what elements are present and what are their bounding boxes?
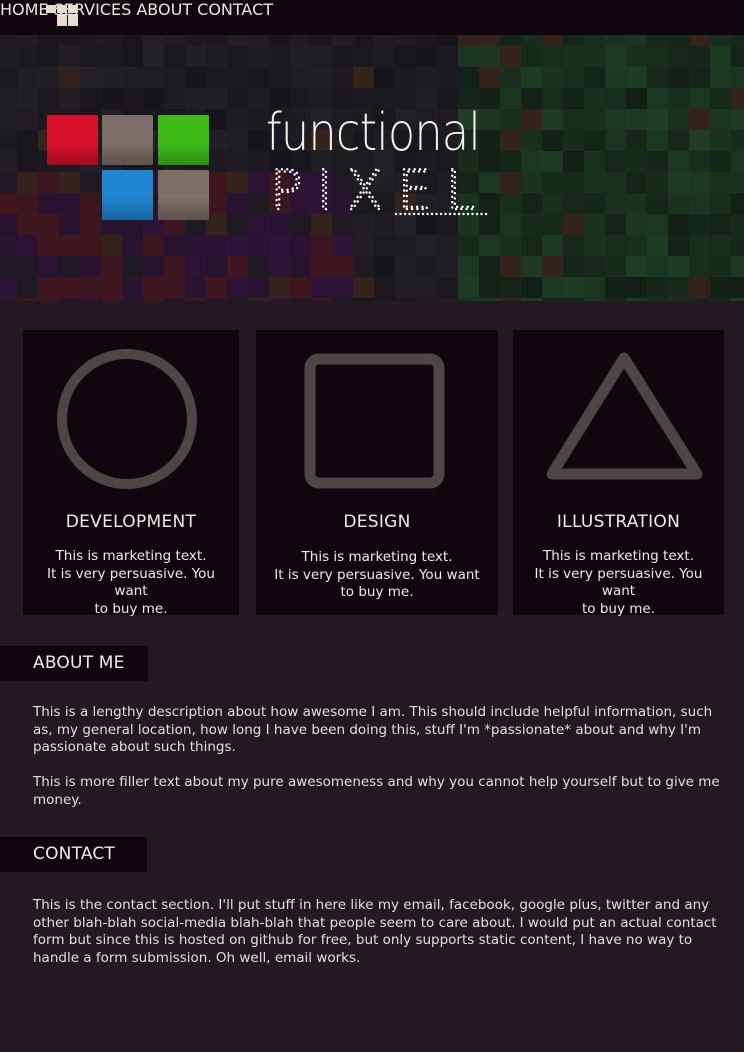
nav-contact[interactable]: CONTACT [197,0,273,19]
service-title: DESIGN [343,512,411,532]
contact-paragraph: This is the contact section. I'll put st… [33,897,717,966]
logo-icon[interactable] [46,5,78,27]
top-navbar: HOME SERVICES ABOUT CONTACT [0,0,744,35]
about-paragraph-1: This is a lengthy description about how … [33,704,713,755]
service-text: This is marketing text. It is very persu… [534,548,703,617]
service-card-illustration: ILLUSTRATION This is marketing text. It … [513,330,724,617]
about-heading: ABOUT ME [33,653,125,673]
hero-banner: functional PIXEL [0,35,744,301]
service-text: This is marketing text. It is very persu… [274,549,480,600]
nav-home[interactable]: HOME [0,0,49,19]
brand-wordmark: functional [266,103,481,163]
service-title: DEVELOPMENT [65,512,197,532]
logo-tile-taupe-2 [158,170,209,220]
contact-heading: CONTACT [33,844,116,864]
about-heading-bar: ABOUT ME [0,646,148,681]
nav-about[interactable]: ABOUT [136,0,192,19]
service-card-development: DEVELOPMENT This is marketing text. It i… [23,330,239,617]
logo-tile-blue [102,170,153,220]
logo-tile-taupe [102,115,153,165]
contact-heading-bar: CONTACT [0,837,147,872]
brand-pixel-dotted-text: PIXEL [269,165,492,217]
logo-tile-red [47,115,98,165]
about-paragraph-2: This is more filler text about my pure a… [33,774,720,808]
service-text: This is marketing text. It is very persu… [47,548,215,617]
square-icon [304,353,445,489]
svg-text:PIXEL: PIXEL [270,165,490,217]
circle-icon [57,349,197,489]
service-card-design: DESIGN This is marketing text. It is ver… [256,330,498,615]
logo-tile-green [158,115,209,165]
triangle-icon [546,352,703,480]
service-title: ILLUSTRATION [556,512,681,532]
